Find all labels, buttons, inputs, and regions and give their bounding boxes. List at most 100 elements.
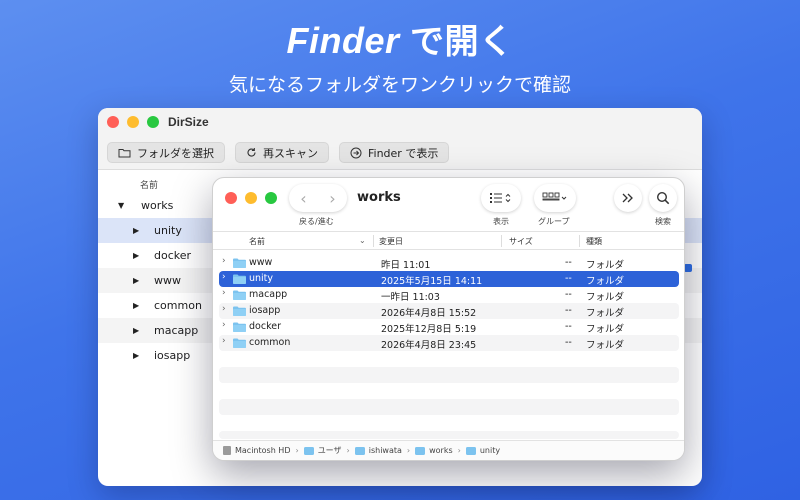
file-kind: フォルダ: [586, 260, 625, 271]
minimize-button[interactable]: [127, 116, 139, 128]
folder-icon: [354, 446, 365, 455]
disclosure-closed-icon[interactable]: ▶: [133, 301, 145, 310]
file-kind: フォルダ: [586, 276, 625, 287]
file-name: www: [249, 257, 273, 268]
file-row-www[interactable]: › www 昨日 11:01 -- フォルダ: [219, 255, 679, 271]
file-row-macapp[interactable]: › macapp 一昨日 11:03 -- フォルダ: [219, 287, 679, 303]
back-chevron-icon[interactable]: ‹: [300, 189, 306, 208]
path-item[interactable]: ishiwata: [369, 446, 402, 455]
folder-icon: [465, 446, 476, 455]
tree-row-label: common: [154, 299, 202, 312]
disclosure-closed-icon[interactable]: ▶: [133, 226, 145, 235]
search-label: 検索: [655, 217, 671, 226]
expand-chevron-icon[interactable]: ›: [222, 256, 226, 266]
path-bar: Macintosh HD › ユーザ › ishiwata › works › …: [213, 440, 684, 460]
path-item[interactable]: Macintosh HD: [235, 446, 290, 455]
disclosure-closed-icon[interactable]: ▶: [133, 326, 145, 335]
path-item[interactable]: works: [429, 446, 453, 455]
path-separator-icon: ›: [346, 446, 350, 455]
file-size: --: [565, 305, 572, 316]
show-in-finder-button[interactable]: Finder で表示: [339, 142, 450, 163]
file-row-unity[interactable]: › unity 2025年5月15日 14:11 -- フォルダ: [219, 271, 679, 287]
expand-chevron-icon[interactable]: ›: [222, 304, 226, 314]
hero-title-rest: で開く: [410, 22, 514, 62]
file-row-common[interactable]: › common 2026年4月8日 23:45 -- フォルダ: [219, 335, 679, 351]
select-folder-button[interactable]: フォルダを選択: [107, 142, 225, 163]
folder-icon: [233, 274, 246, 284]
list-view-icon: [490, 193, 511, 203]
group-icon: [542, 192, 567, 201]
search-button[interactable]: [649, 184, 677, 212]
forward-chevron-icon[interactable]: ›: [329, 189, 335, 208]
hero-title: Finder で開く: [0, 14, 800, 63]
disclosure-closed-icon[interactable]: ▶: [133, 251, 145, 260]
tree-row-label: www: [154, 274, 181, 287]
zoom-button[interactable]: [147, 116, 159, 128]
file-name: unity: [249, 273, 274, 284]
empty-row: [219, 367, 679, 383]
column-header-size[interactable]: サイズ: [509, 236, 533, 247]
expand-chevron-icon[interactable]: ›: [222, 272, 226, 282]
file-size: --: [565, 321, 572, 332]
refresh-icon: [247, 148, 256, 157]
hero-title-finder: Finder: [286, 20, 400, 61]
column-header-name[interactable]: 名前: [249, 236, 265, 247]
path-separator-icon: ›: [295, 446, 299, 455]
file-row-iosapp[interactable]: › iosapp 2026年4月8日 15:52 -- フォルダ: [219, 303, 679, 319]
finder-close-button[interactable]: [225, 192, 237, 204]
view-label: 表示: [493, 217, 509, 226]
tree-row-label: iosapp: [154, 349, 191, 362]
tree-row-label: unity: [154, 224, 182, 237]
folder-icon: [233, 306, 246, 316]
expand-chevron-icon[interactable]: ›: [222, 320, 226, 330]
file-row-docker[interactable]: › docker 2025年12月8日 5:19 -- フォルダ: [219, 319, 679, 335]
file-size: --: [565, 289, 572, 300]
rescan-button[interactable]: 再スキャン: [235, 142, 329, 163]
list-header: 名前 ⌄ 変更日 サイズ 種類: [213, 231, 684, 250]
file-date: 一昨日 11:03: [381, 292, 440, 303]
column-header-name[interactable]: 名前: [140, 178, 158, 191]
size-bar: [684, 264, 692, 272]
file-kind: フォルダ: [586, 340, 625, 351]
expand-chevron-icon[interactable]: ›: [222, 336, 226, 346]
folder-icon: [415, 446, 426, 455]
finder-window: ‹ › 戻る/進む works 表示 グループ 検索 名前 ⌄ 変更日 サイズ …: [212, 177, 685, 461]
file-kind: フォルダ: [586, 324, 625, 335]
disclosure-open-icon[interactable]: ▼: [118, 201, 130, 210]
group-button[interactable]: [534, 184, 576, 212]
hard-disk-icon: [223, 446, 231, 455]
disclosure-closed-icon[interactable]: ▶: [133, 276, 145, 285]
close-button[interactable]: [107, 116, 119, 128]
view-options-button[interactable]: [481, 184, 521, 212]
tree-row-label: macapp: [154, 324, 199, 337]
folder-icon: [233, 258, 246, 268]
sort-chevron-icon[interactable]: ⌄: [359, 236, 366, 245]
show-in-finder-label: Finder で表示: [368, 146, 439, 160]
dirsize-titlebar: DirSize: [98, 108, 702, 136]
select-folder-label: フォルダを選択: [137, 146, 214, 160]
folder-icon: [118, 148, 131, 157]
hero-subtitle: 気になるフォルダをワンクリックで確認: [228, 74, 571, 96]
back-forward-label: 戻る/進む: [299, 217, 334, 226]
file-name: docker: [249, 321, 281, 332]
more-button[interactable]: [614, 184, 642, 212]
double-chevron-icon: [622, 193, 633, 203]
search-icon: [656, 191, 670, 205]
column-header-modified[interactable]: 変更日: [379, 236, 403, 247]
column-header-kind[interactable]: 種類: [586, 236, 602, 247]
back-forward-control: ‹ ›: [289, 184, 347, 212]
disclosure-closed-icon[interactable]: ▶: [133, 351, 145, 360]
finder-minimize-button[interactable]: [245, 192, 257, 204]
file-name: macapp: [249, 289, 288, 300]
file-kind: フォルダ: [586, 308, 625, 319]
file-size: --: [565, 273, 572, 284]
arrow-circle-icon: [350, 147, 362, 158]
path-item[interactable]: ユーザ: [318, 445, 342, 456]
finder-zoom-button[interactable]: [265, 192, 277, 204]
folder-icon: [233, 338, 246, 348]
tree-row-label: works: [141, 199, 174, 212]
path-separator-icon: ›: [406, 446, 411, 455]
file-date: 2026年4月8日 23:45: [381, 340, 477, 351]
expand-chevron-icon[interactable]: ›: [222, 288, 226, 298]
path-item[interactable]: unity: [480, 446, 500, 455]
